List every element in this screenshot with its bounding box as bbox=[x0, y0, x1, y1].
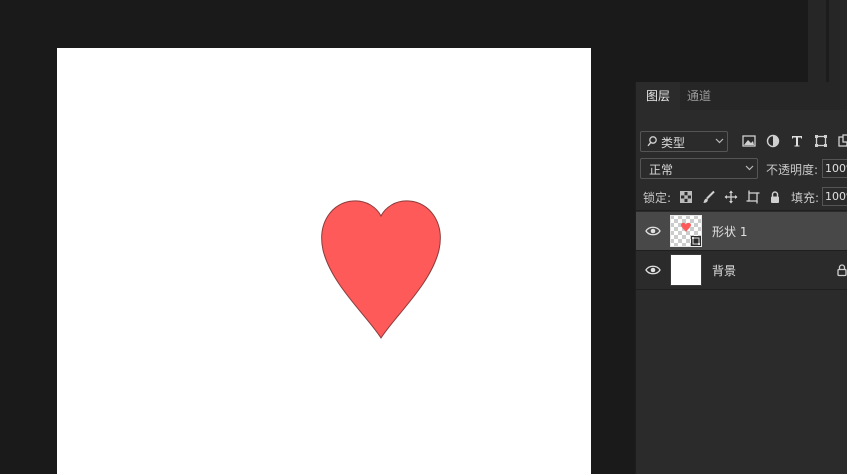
layer-thumbnail bbox=[670, 254, 702, 286]
search-icon bbox=[647, 136, 657, 147]
chevron-down-icon bbox=[715, 138, 724, 144]
filter-kind-label: 类型 bbox=[661, 136, 686, 150]
panel-tabs: 图层 通道 bbox=[636, 82, 847, 110]
layer-row-background[interactable]: 背景 bbox=[636, 251, 847, 289]
tab-channels[interactable]: 通道 bbox=[677, 82, 721, 110]
adjustment-filter-icon[interactable] bbox=[765, 133, 781, 149]
layer-divider bbox=[636, 289, 847, 290]
opacity-label: 不透明度: bbox=[766, 163, 819, 177]
lock-label: 锁定: bbox=[643, 191, 672, 205]
layer-name: 形状 1 bbox=[712, 225, 748, 239]
lock-transparent-pixels-icon[interactable] bbox=[679, 190, 693, 204]
layer-thumbnail bbox=[670, 215, 702, 247]
fill-label: 填充: bbox=[791, 191, 820, 205]
fill-input[interactable]: 100% bbox=[822, 187, 847, 206]
heart-shape[interactable] bbox=[319, 198, 443, 340]
chevron-down-icon bbox=[745, 165, 754, 171]
eye-icon[interactable] bbox=[645, 225, 661, 237]
document-canvas[interactable] bbox=[57, 48, 591, 474]
tab-layers[interactable]: 图层 bbox=[636, 82, 681, 110]
lock-artboard-icon[interactable] bbox=[746, 190, 760, 204]
eye-icon[interactable] bbox=[645, 264, 661, 276]
lock-position-icon[interactable] bbox=[724, 190, 738, 204]
panel-dock-strip bbox=[808, 0, 847, 84]
lock-all-icon[interactable] bbox=[768, 190, 782, 204]
layer-name: 背景 bbox=[712, 264, 737, 278]
layer-filter-select[interactable]: 类型 bbox=[640, 131, 728, 152]
shape-filter-icon[interactable] bbox=[813, 133, 829, 149]
smart-object-filter-icon[interactable] bbox=[837, 133, 847, 149]
type-filter-icon[interactable] bbox=[789, 133, 805, 149]
blend-mode-value: 正常 bbox=[649, 163, 674, 177]
layers-panel: 图层 通道 类型 正常 不透明度: 100% 锁定 bbox=[635, 82, 847, 474]
panel-divider bbox=[636, 210, 847, 211]
opacity-input[interactable]: 100% bbox=[822, 159, 847, 178]
image-filter-icon[interactable] bbox=[741, 133, 757, 149]
lock-icon bbox=[837, 264, 847, 277]
layer-row-shape-1[interactable]: 形状 1 bbox=[636, 212, 847, 250]
blend-mode-select[interactable]: 正常 bbox=[640, 158, 758, 179]
lock-image-pixels-icon[interactable] bbox=[702, 190, 716, 204]
